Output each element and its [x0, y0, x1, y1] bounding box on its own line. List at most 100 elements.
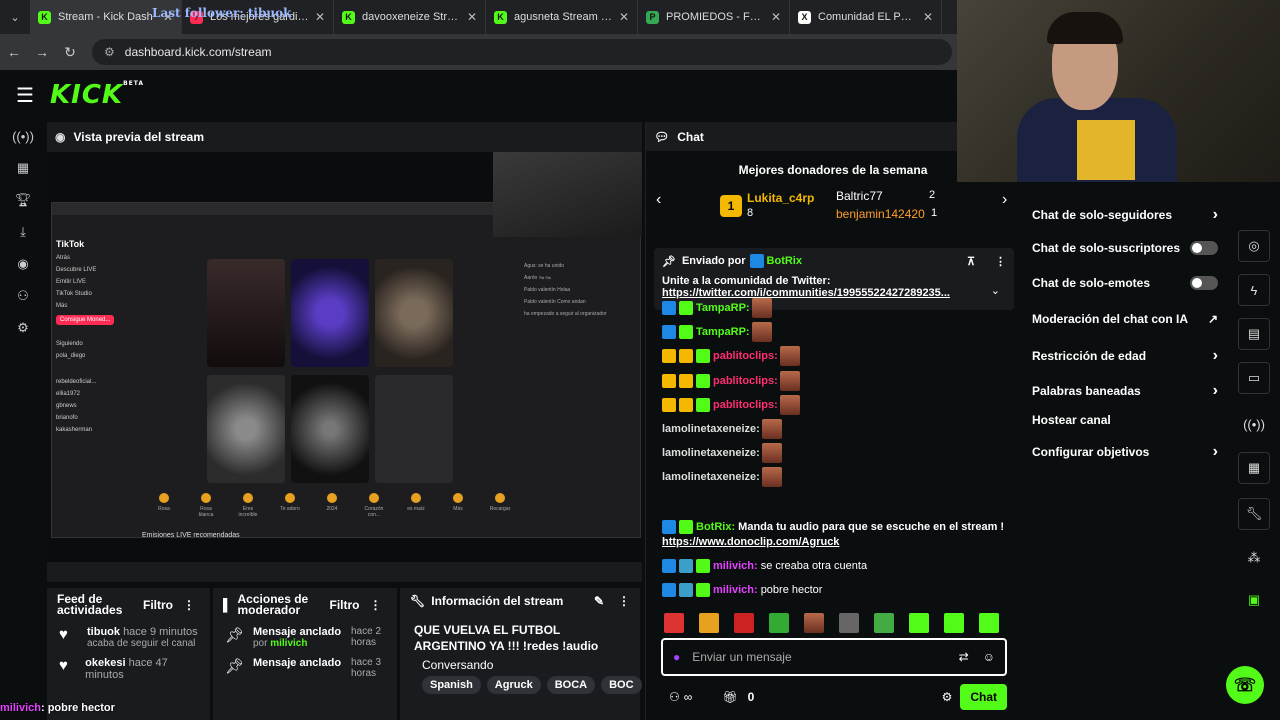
chat-user[interactable]: milivich: — [713, 584, 758, 596]
broadcast-icon[interactable]: ((•)) — [1238, 408, 1270, 440]
emote-icon[interactable] — [734, 613, 754, 633]
share-icon[interactable]: ⁂ — [1238, 542, 1270, 574]
stream-tag[interactable]: BOCA — [546, 676, 596, 694]
tab-search-chevron-icon[interactable]: ⌄ — [0, 0, 30, 34]
category-name[interactable]: Conversando — [422, 658, 642, 672]
document-icon[interactable]: ▤ — [1238, 318, 1270, 350]
activity-item: ♥ okekesi hace 47 minutos — [47, 653, 210, 685]
emote-icon[interactable] — [699, 613, 719, 633]
download-icon[interactable]: ⤓ — [0, 216, 46, 248]
more-icon[interactable]: ⋮ — [618, 594, 630, 608]
close-icon[interactable]: ✕ — [315, 10, 325, 24]
browser-tab[interactable]: P PROMIEDOS - Futbol ✕ — [638, 0, 790, 34]
emote-icon[interactable] — [979, 613, 999, 633]
more-icon[interactable]: ⋮ — [995, 255, 1006, 268]
settings-icon[interactable]: ⚙ — [0, 312, 46, 344]
url-field[interactable]: ⚙ dashboard.kick.com/stream — [92, 39, 952, 65]
chat-setting-item[interactable]: Chat de solo-seguidores › — [1032, 206, 1218, 224]
camera-icon[interactable]: ◉ — [0, 248, 46, 280]
send-chat-button[interactable]: Chat — [960, 684, 1007, 710]
emote-icon[interactable] — [909, 613, 929, 633]
chat-setting-item[interactable]: Palabras baneadas › — [1032, 382, 1218, 400]
gift-icon[interactable]: 🎁︎ — [722, 690, 737, 704]
chat-user[interactable]: BotRix: — [696, 521, 735, 533]
wrench-icon[interactable]: 🔧︎ — [1238, 498, 1270, 530]
toggle-switch[interactable] — [1190, 276, 1218, 290]
chat-setting-item[interactable]: Hostear canal — [1032, 413, 1218, 427]
chat-user[interactable]: lamolinetaxeneize: — [662, 471, 760, 483]
close-icon[interactable]: ✕ — [771, 10, 781, 24]
chat-setting-item[interactable]: Restricción de edad › — [1032, 347, 1218, 365]
chat-user[interactable]: pablitoclips: — [713, 375, 778, 387]
activity-user[interactable]: tibuok — [87, 626, 120, 638]
chat-icon[interactable]: ▭ — [1238, 362, 1270, 394]
chat-user[interactable]: lamolinetaxeneize: — [662, 447, 760, 459]
chat-user[interactable]: lamolinetaxeneize: — [662, 423, 760, 435]
menu-icon[interactable]: ☰ — [0, 83, 50, 108]
site-info-icon[interactable]: ⚙ — [104, 45, 115, 59]
chevron-left-icon[interactable]: ‹ — [656, 191, 661, 209]
mod-action-by[interactable]: milivich — [270, 638, 307, 649]
chat-user[interactable]: pablitoclips: — [713, 350, 778, 362]
emote-icon[interactable] — [664, 613, 684, 633]
chat-user[interactable]: milivich: — [713, 560, 758, 572]
top-donor-name[interactable]: Lukita_c4rp — [747, 191, 814, 205]
trophy-icon[interactable]: 🏆︎ — [0, 184, 46, 216]
stream-tag[interactable]: Spanish — [422, 676, 481, 694]
chevron-down-icon[interactable]: ⌄ — [991, 284, 1000, 297]
chat-link[interactable]: https://www.donoclip.com/Agruck — [662, 536, 839, 548]
chat-user[interactable]: pablitoclips: — [713, 399, 778, 411]
analytics-icon[interactable]: ▦ — [0, 152, 46, 184]
chat-setting-item[interactable]: Chat de solo-suscriptores — [1032, 241, 1218, 255]
edit-icon[interactable]: ✎ — [594, 594, 604, 608]
stream-tag[interactable]: BOC — [601, 676, 642, 694]
mic-icon[interactable]: ● — [673, 650, 680, 664]
chat-setting-item[interactable]: Chat de solo-emotes — [1032, 276, 1218, 290]
donor-name[interactable]: benjamin142420 — [836, 207, 925, 221]
forward-icon[interactable]: → — [28, 44, 56, 60]
emote-icon[interactable] — [839, 613, 859, 633]
video-icon[interactable]: ▣ — [1238, 584, 1270, 616]
toggle-switch[interactable] — [1190, 241, 1218, 255]
flash-icon[interactable]: ϟ — [1238, 274, 1270, 306]
activity-filter-button[interactable]: Filtro — [143, 598, 173, 612]
emote-icon[interactable] — [804, 613, 824, 633]
stream-preview-video[interactable]: TikTok Atrás Descubre LIVE Emitir LIVE T… — [47, 152, 642, 562]
more-icon[interactable]: ⋮ — [370, 598, 382, 612]
stream-icon[interactable]: ((•)) — [0, 120, 46, 152]
close-icon[interactable]: ✕ — [619, 10, 629, 24]
back-icon[interactable]: ← — [0, 44, 28, 60]
kick-logo[interactable]: KICKBETA — [50, 80, 144, 110]
users-icon[interactable]: ⚇ — [0, 280, 46, 312]
stream-tag[interactable]: Agruck — [486, 676, 541, 694]
browser-tab[interactable]: X Comunidad EL PLANE ✕ — [790, 0, 942, 34]
chat-setting-item[interactable]: Moderación del chat con IA ↗ — [1032, 312, 1218, 326]
chat-setting-item[interactable]: Configurar objetivos › — [1032, 443, 1218, 461]
emote-icon[interactable] — [944, 613, 964, 633]
donor-name[interactable]: Baltric77 — [836, 189, 883, 203]
browser-tab[interactable]: Kdavooxeneize Stream ✕ — [334, 0, 486, 34]
unpin-icon[interactable]: ⊼ — [967, 255, 975, 268]
emote-icon[interactable] — [874, 613, 894, 633]
reload-icon[interactable]: ↻ — [56, 44, 84, 61]
mod-filter-button[interactable]: Filtro — [330, 598, 360, 612]
close-icon[interactable]: ✕ — [467, 10, 477, 24]
layout-icon[interactable]: ▦ — [1238, 452, 1270, 484]
activity-user[interactable]: okekesi — [85, 657, 125, 669]
infinity-icon[interactable]: ∞ — [684, 690, 693, 704]
pinned-by-user[interactable]: BotRix — [767, 255, 802, 267]
more-icon[interactable]: ⋮ — [183, 598, 195, 612]
chat-user[interactable]: TampaRP: — [696, 302, 750, 314]
gear-icon[interactable]: ⚙ — [942, 690, 953, 704]
chat-input[interactable]: ● Enviar un mensaje ⇄ ☺ — [661, 638, 1007, 676]
users-icon[interactable]: ⚇ — [669, 690, 680, 704]
chat-user[interactable]: TampaRP: — [696, 326, 750, 338]
translate-icon[interactable]: ⇄ — [959, 650, 969, 664]
emote-icon[interactable] — [769, 613, 789, 633]
chevron-right-icon[interactable]: › — [1002, 191, 1007, 209]
emoji-icon[interactable]: ☺ — [983, 650, 995, 664]
browser-tab[interactable]: Kagusneta Stream - Wa ✕ — [486, 0, 638, 34]
close-icon[interactable]: ✕ — [923, 10, 933, 24]
headset-icon[interactable]: ☏ — [1226, 666, 1264, 704]
camera-icon[interactable]: ◎ — [1238, 230, 1270, 262]
